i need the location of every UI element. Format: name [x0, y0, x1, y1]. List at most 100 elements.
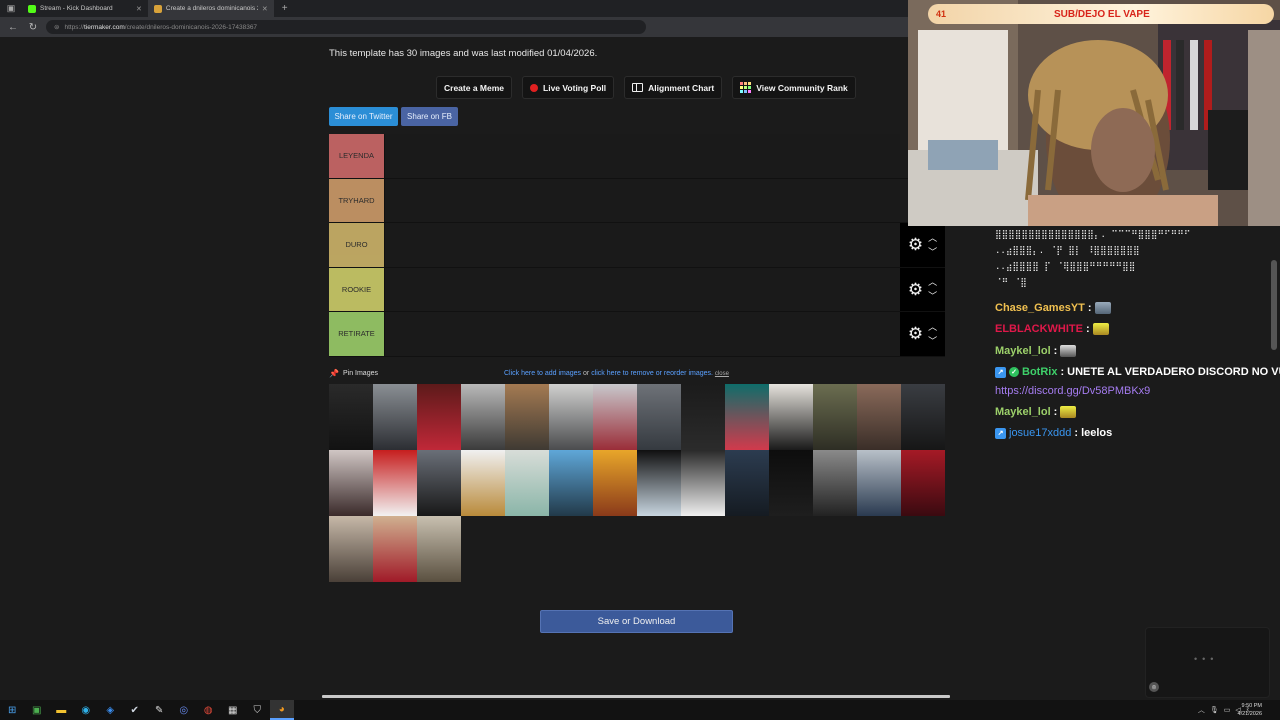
tier-settings-gear-icon[interactable]: ⚙: [908, 325, 923, 342]
tier-settings-gear-icon[interactable]: ⚙: [908, 236, 923, 253]
close-tab-icon[interactable]: ✕: [136, 5, 142, 13]
close-tab-icon[interactable]: ✕: [262, 5, 268, 13]
url-field[interactable]: ⊜ https://tiermaker.com/create/dnileros-…: [46, 20, 646, 34]
tab-kick-dashboard[interactable]: Stream - Kick Dashboard ✕: [22, 0, 148, 17]
alignment-chart-button[interactable]: Alignment Chart: [624, 76, 723, 99]
draggable-image[interactable]: [637, 450, 681, 516]
draggable-image[interactable]: [813, 450, 857, 516]
chat-username[interactable]: Maykel_lol: [995, 406, 1051, 418]
draggable-image[interactable]: [857, 384, 901, 450]
move-tier-down-icon[interactable]: ﹀: [928, 245, 937, 259]
network-icon[interactable]: ▭: [1224, 706, 1231, 714]
window-menu-icon[interactable]: ▣: [0, 0, 22, 17]
move-tier-down-icon[interactable]: ﹀: [928, 334, 937, 348]
chat-scrollbar[interactable]: [1271, 260, 1277, 350]
draggable-image[interactable]: [593, 384, 637, 450]
draggable-image[interactable]: [813, 384, 857, 450]
tier-drop-zone[interactable]: [384, 267, 900, 311]
tier-label[interactable]: ROOKIE: [329, 267, 384, 311]
community-rank-button[interactable]: View Community Rank: [732, 76, 856, 99]
calendar-app-icon[interactable]: ▦: [221, 700, 246, 720]
tier-settings-gear-icon[interactable]: ⚙: [908, 281, 923, 298]
tier-drop-zone[interactable]: [384, 223, 900, 267]
add-images-link[interactable]: Click here to add images: [504, 370, 581, 377]
draggable-image[interactable]: [681, 384, 725, 450]
new-tab-icon[interactable]: +: [274, 0, 296, 17]
back-arrow-icon[interactable]: ←: [6, 22, 20, 33]
tier-label[interactable]: LEYENDA: [329, 134, 384, 178]
tab-tiermaker[interactable]: Create a dnileros dominicanois 20 ✕: [147, 0, 274, 17]
draggable-image[interactable]: [505, 450, 549, 516]
pen-app-icon[interactable]: ✎: [147, 700, 172, 720]
chat-username[interactable]: ELBLACKWHITE: [995, 323, 1083, 335]
tier-label[interactable]: TRYHARD: [329, 178, 384, 222]
horizontal-scrollbar[interactable]: [322, 695, 950, 698]
draggable-image[interactable]: [549, 384, 593, 450]
draggable-image[interactable]: [637, 384, 681, 450]
start-windows-icon[interactable]: ⊞: [0, 700, 25, 720]
draggable-image[interactable]: [901, 384, 945, 450]
draggable-image[interactable]: [461, 450, 505, 516]
tier-drop-zone[interactable]: [384, 178, 900, 222]
draggable-image[interactable]: [373, 450, 417, 516]
tier-drop-zone[interactable]: [384, 134, 900, 178]
draggable-image[interactable]: [329, 450, 373, 516]
steam-app-icon[interactable]: ✔: [123, 700, 148, 720]
move-tier-up-icon[interactable]: ︿: [928, 320, 937, 334]
chat-username[interactable]: josue17xddd: [1009, 427, 1071, 439]
tier-label[interactable]: DURO: [329, 223, 384, 267]
draggable-image[interactable]: [417, 450, 461, 516]
terminal-app-icon[interactable]: ▣: [25, 700, 50, 720]
draggable-image[interactable]: [901, 450, 945, 516]
chat-username[interactable]: BotRix: [1022, 366, 1057, 378]
reload-icon[interactable]: ↻: [26, 22, 40, 33]
draggable-image[interactable]: [373, 516, 417, 582]
move-tier-up-icon[interactable]: ︿: [928, 231, 937, 245]
draggable-image[interactable]: [769, 384, 813, 450]
draggable-image[interactable]: [593, 450, 637, 516]
microphone-icon[interactable]: 🎙: [1210, 706, 1219, 714]
obs-app-icon[interactable]: ◎: [172, 700, 197, 720]
chrome-active-icon[interactable]: ◕: [269, 700, 294, 720]
mini-player[interactable]: ••• ⊚: [1145, 627, 1270, 698]
share-facebook-button[interactable]: Share on FB: [401, 107, 458, 126]
create-meme-button[interactable]: Create a Meme: [436, 76, 513, 99]
draggable-image[interactable]: [461, 384, 505, 450]
close-link[interactable]: close: [715, 371, 729, 377]
shield-app-icon[interactable]: ⛉: [245, 700, 270, 720]
draggable-image[interactable]: [417, 516, 461, 582]
draggable-image[interactable]: [329, 516, 373, 582]
tier-drop-zone[interactable]: [384, 312, 900, 356]
store-app-icon[interactable]: ◈: [98, 700, 123, 720]
chat-username[interactable]: Chase_GamesYT: [995, 302, 1085, 314]
draggable-image[interactable]: [681, 450, 725, 516]
discord-link[interactable]: https://discord.gg/Dv58PMBKx9: [995, 385, 1150, 397]
draggable-image[interactable]: [417, 384, 461, 450]
draggable-image[interactable]: [505, 384, 549, 450]
draggable-image[interactable]: [329, 384, 373, 450]
taskbar-clock[interactable]: 9:50 PM 4/21/2026: [1238, 702, 1262, 718]
draggable-image[interactable]: [725, 450, 769, 516]
draggable-image[interactable]: [857, 450, 901, 516]
draggable-image[interactable]: [373, 384, 417, 450]
draggable-image[interactable]: [725, 384, 769, 450]
pin-player-icon[interactable]: ⊚: [1149, 682, 1159, 692]
file-explorer-icon[interactable]: ▬: [49, 700, 74, 720]
save-download-button[interactable]: Save or Download: [540, 610, 733, 633]
tier-label[interactable]: RETIRATE: [329, 312, 384, 356]
move-tier-down-icon[interactable]: ﹀: [928, 289, 937, 303]
chat-username[interactable]: Maykel_lol: [995, 345, 1051, 357]
draggable-image[interactable]: [549, 450, 593, 516]
edge-browser-icon[interactable]: ◉: [74, 700, 99, 720]
live-voting-poll-button[interactable]: Live Voting Poll: [522, 76, 615, 99]
site-info-icon[interactable]: ⊜: [54, 23, 59, 31]
more-options-icon[interactable]: •••: [1194, 654, 1218, 664]
pin-images-label[interactable]: Pin Images: [343, 370, 378, 377]
reorder-images-link[interactable]: click here to remove or reorder images.: [591, 370, 713, 377]
move-tier-up-icon[interactable]: ︿: [928, 275, 937, 289]
draggable-image[interactable]: [769, 450, 813, 516]
pin-icon[interactable]: 📌: [329, 369, 339, 378]
tray-expand-icon[interactable]: ︿: [1198, 705, 1205, 715]
share-twitter-button[interactable]: Share on Twitter: [329, 107, 398, 126]
chrome-app-icon[interactable]: ◍: [196, 700, 221, 720]
